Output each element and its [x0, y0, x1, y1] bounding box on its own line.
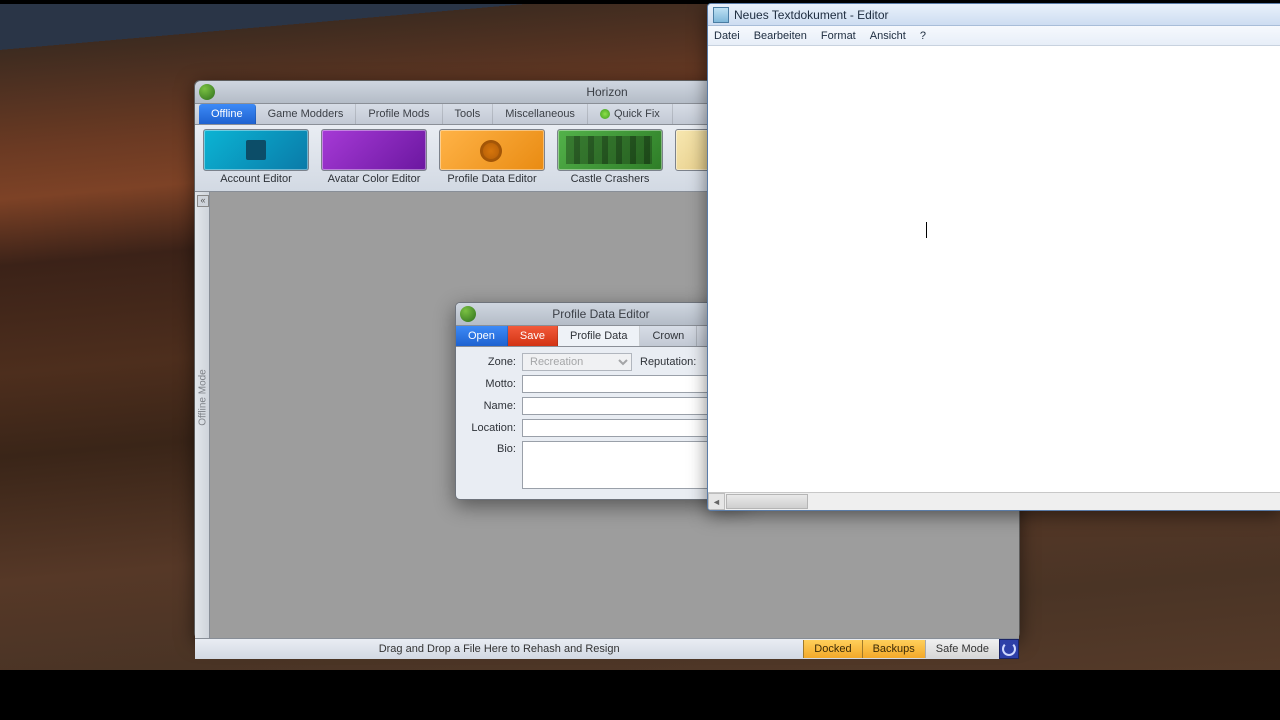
zone-select[interactable]: Recreation [522, 353, 632, 371]
tab-profile-mods[interactable]: Profile Mods [356, 104, 442, 124]
backups-button[interactable]: Backups [862, 640, 925, 658]
letterbox-bottom [0, 670, 1280, 720]
horizontal-scrollbar[interactable]: ◄ [708, 492, 1280, 510]
pde-tabbar: Open Save Profile Data Crown [456, 326, 746, 347]
menu-view[interactable]: Ansicht [870, 30, 906, 42]
safe-mode-button[interactable]: Safe Mode [925, 640, 999, 658]
ribbon-label: Profile Data Editor [447, 173, 536, 185]
notepad-text-area[interactable] [708, 46, 1280, 492]
notepad-title-text: Neues Textdokument - Editor [734, 8, 889, 22]
motto-label: Motto: [462, 378, 516, 390]
footer-hint: Drag and Drop a File Here to Rehash and … [195, 643, 803, 655]
ribbon-account-editor[interactable]: Account Editor [203, 129, 309, 191]
name-label: Name: [462, 400, 516, 412]
tab-quick-fix[interactable]: Quick Fix [588, 104, 673, 124]
ribbon-label: Account Editor [220, 173, 292, 185]
ribbon-label: Avatar Color Editor [328, 173, 421, 185]
pde-form: Zone: Recreation Reputation: Motto: Name… [456, 347, 746, 499]
account-editor-icon [203, 129, 309, 171]
horizon-title: Horizon [586, 85, 627, 99]
xbox-icon [460, 306, 476, 322]
row-bio: Bio: [462, 441, 740, 489]
notepad-window: Neues Textdokument - Editor Datei Bearbe… [707, 3, 1280, 511]
menu-edit[interactable]: Bearbeiten [754, 30, 807, 42]
ribbon-label: Castle Crashers [571, 173, 650, 185]
ribbon-castle-crashers[interactable]: Castle Crashers [557, 129, 663, 191]
horizon-sidebar: « Offline Mode [195, 192, 210, 638]
sidebar-mode-label: Offline Mode [198, 368, 209, 428]
notepad-menubar: Datei Bearbeiten Format Ansicht ? [708, 26, 1280, 46]
avatar-color-editor-icon [321, 129, 427, 171]
location-label: Location: [462, 422, 516, 434]
bio-label: Bio: [462, 443, 516, 455]
scroll-thumb[interactable] [726, 494, 808, 509]
pde-titlebar[interactable]: Profile Data Editor [456, 303, 746, 326]
row-name: Name: [462, 397, 740, 415]
sidebar-collapse-button[interactable]: « [197, 195, 209, 207]
profile-data-editor-icon [439, 129, 545, 171]
tab-profile-data[interactable]: Profile Data [558, 326, 640, 346]
tab-game-modders[interactable]: Game Modders [256, 104, 357, 124]
open-button[interactable]: Open [456, 326, 508, 346]
zone-label: Zone: [462, 356, 516, 368]
ribbon-profile-data-editor[interactable]: Profile Data Editor [439, 129, 545, 191]
profile-data-editor-dialog: Profile Data Editor Open Save Profile Da… [455, 302, 747, 500]
refresh-icon[interactable] [999, 639, 1019, 659]
tab-tools[interactable]: Tools [443, 104, 494, 124]
menu-file[interactable]: Datei [714, 30, 740, 42]
menu-format[interactable]: Format [821, 30, 856, 42]
scroll-left-arrow-icon[interactable]: ◄ [708, 493, 725, 510]
save-button[interactable]: Save [508, 326, 558, 346]
tab-miscellaneous[interactable]: Miscellaneous [493, 104, 588, 124]
reputation-label: Reputation: [640, 356, 696, 368]
docked-button[interactable]: Docked [803, 640, 861, 658]
castle-crashers-icon [557, 129, 663, 171]
text-caret [926, 222, 927, 238]
tab-crown[interactable]: Crown [640, 326, 697, 346]
ribbon-avatar-color-editor[interactable]: Avatar Color Editor [321, 129, 427, 191]
menu-help[interactable]: ? [920, 30, 926, 42]
pde-title-text: Profile Data Editor [552, 307, 649, 321]
horizon-footer: Drag and Drop a File Here to Rehash and … [195, 638, 1019, 659]
row-location: Location: [462, 419, 740, 437]
xbox-icon [199, 84, 215, 100]
notepad-icon [713, 7, 729, 23]
notepad-titlebar[interactable]: Neues Textdokument - Editor [708, 4, 1280, 26]
row-zone: Zone: Recreation Reputation: [462, 353, 740, 371]
row-motto: Motto: [462, 375, 740, 393]
tab-offline[interactable]: Offline [199, 104, 256, 124]
